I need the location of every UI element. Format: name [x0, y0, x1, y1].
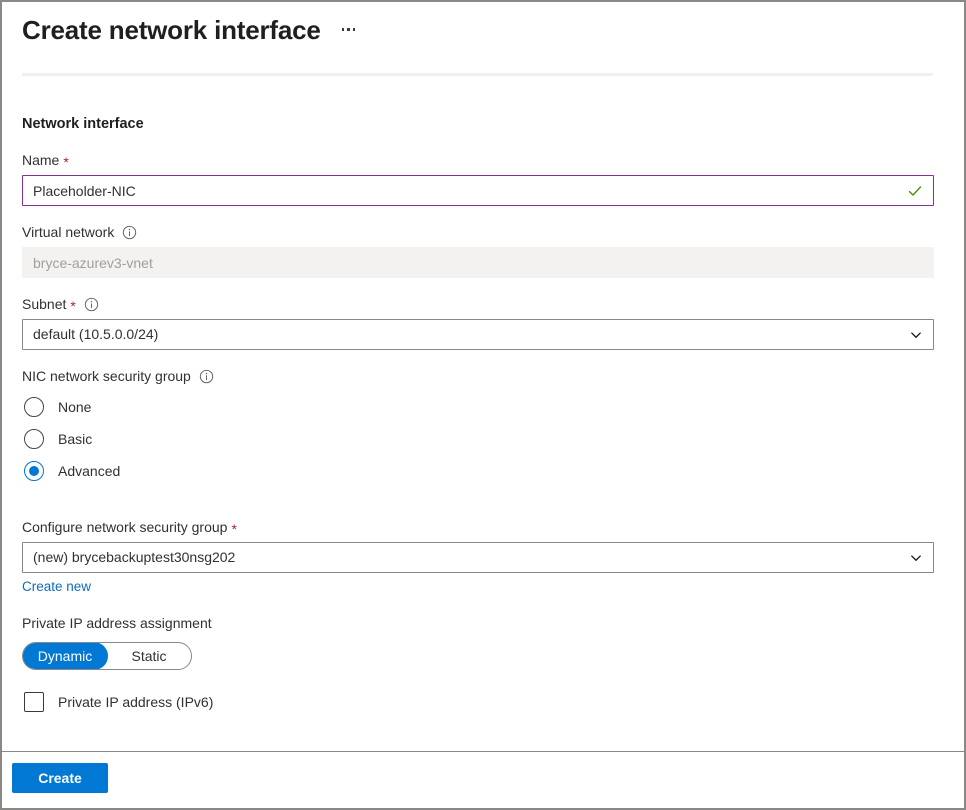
- subnet-select-wrap: default (10.5.0.0/24): [22, 319, 934, 350]
- ellipsis-dot: [341, 28, 345, 31]
- blade-header: Create network interface: [2, 2, 964, 74]
- required-indicator: *: [70, 298, 76, 314]
- section-title-network-interface: Network interface: [22, 116, 144, 132]
- create-button[interactable]: Create: [12, 763, 108, 793]
- label-text-nic-nsg: NIC network security group: [22, 368, 191, 384]
- radio-mark: [24, 429, 44, 449]
- required-indicator: *: [63, 154, 69, 170]
- header-divider: [22, 73, 933, 76]
- subnet-select[interactable]: default (10.5.0.0/24): [22, 319, 934, 350]
- toggle-option-static[interactable]: Static: [107, 643, 191, 669]
- field-label-configure-nsg: Configure network security group *: [22, 517, 944, 537]
- ellipsis-dot: [347, 28, 350, 31]
- virtual-network-value: bryce-azurev3-vnet: [22, 247, 934, 278]
- info-icon[interactable]: [122, 225, 137, 240]
- field-configure-nsg: Configure network security group * (new)…: [22, 517, 944, 596]
- label-text-private-ip-assignment: Private IP address assignment: [22, 615, 212, 631]
- info-icon[interactable]: [84, 297, 99, 312]
- private-ip-assignment-toggle[interactable]: Dynamic Static: [22, 642, 192, 670]
- radio-mark: [24, 397, 44, 417]
- radio-label: None: [58, 399, 92, 415]
- radio-label: Advanced: [58, 463, 121, 479]
- ellipsis-dot: [352, 28, 356, 31]
- label-text-virtual-network: Virtual network: [22, 224, 115, 240]
- blade-footer: Create: [2, 751, 964, 808]
- radio-option-none[interactable]: None: [22, 391, 944, 423]
- field-subnet: Subnet * default (10.5.0.0/24): [22, 294, 944, 350]
- field-virtual-network: Virtual network bryce-azurev3-vnet: [22, 222, 944, 278]
- field-label-private-ip-assignment: Private IP address assignment: [22, 613, 944, 633]
- form-body: Network interface Name * Virtual network: [2, 114, 964, 712]
- toggle-option-dynamic[interactable]: Dynamic: [23, 643, 107, 669]
- label-text-name: Name: [22, 152, 60, 168]
- field-nic-nsg: NIC network security group None Basic Ad…: [22, 366, 944, 487]
- field-name: Name *: [22, 150, 944, 206]
- create-new-nsg-link[interactable]: Create new: [22, 578, 91, 596]
- private-ip-ipv6-checkbox-row[interactable]: Private IP address (IPv6): [22, 692, 944, 712]
- field-private-ip-assignment: Private IP address assignment Dynamic St…: [22, 613, 944, 670]
- info-icon[interactable]: [199, 369, 214, 384]
- radio-label: Basic: [58, 431, 93, 447]
- configure-nsg-select[interactable]: (new) brycebackuptest30nsg202: [22, 542, 934, 573]
- checkbox-label: Private IP address (IPv6): [58, 694, 214, 710]
- name-input-wrap: [22, 175, 934, 206]
- field-label-name: Name *: [22, 150, 944, 170]
- label-text-configure-nsg: Configure network security group: [22, 519, 228, 535]
- radio-mark-selected: [24, 461, 44, 481]
- radio-option-advanced[interactable]: Advanced: [22, 455, 944, 487]
- create-network-interface-blade: Create network interface Network interfa…: [0, 0, 966, 810]
- page-title: Create network interface: [22, 15, 321, 45]
- name-input[interactable]: [22, 175, 934, 206]
- required-indicator: *: [231, 521, 237, 537]
- more-options-icon[interactable]: [339, 24, 359, 35]
- label-text-subnet: Subnet: [22, 296, 67, 312]
- configure-nsg-select-wrap: (new) brycebackuptest30nsg202: [22, 542, 934, 573]
- radio-option-basic[interactable]: Basic: [22, 423, 944, 455]
- field-label-nic-nsg: NIC network security group: [22, 366, 944, 386]
- field-label-virtual-network: Virtual network: [22, 222, 944, 242]
- field-label-subnet: Subnet *: [22, 294, 944, 314]
- nic-nsg-radio-group: None Basic Advanced: [22, 391, 944, 487]
- checkbox-mark: [24, 692, 44, 712]
